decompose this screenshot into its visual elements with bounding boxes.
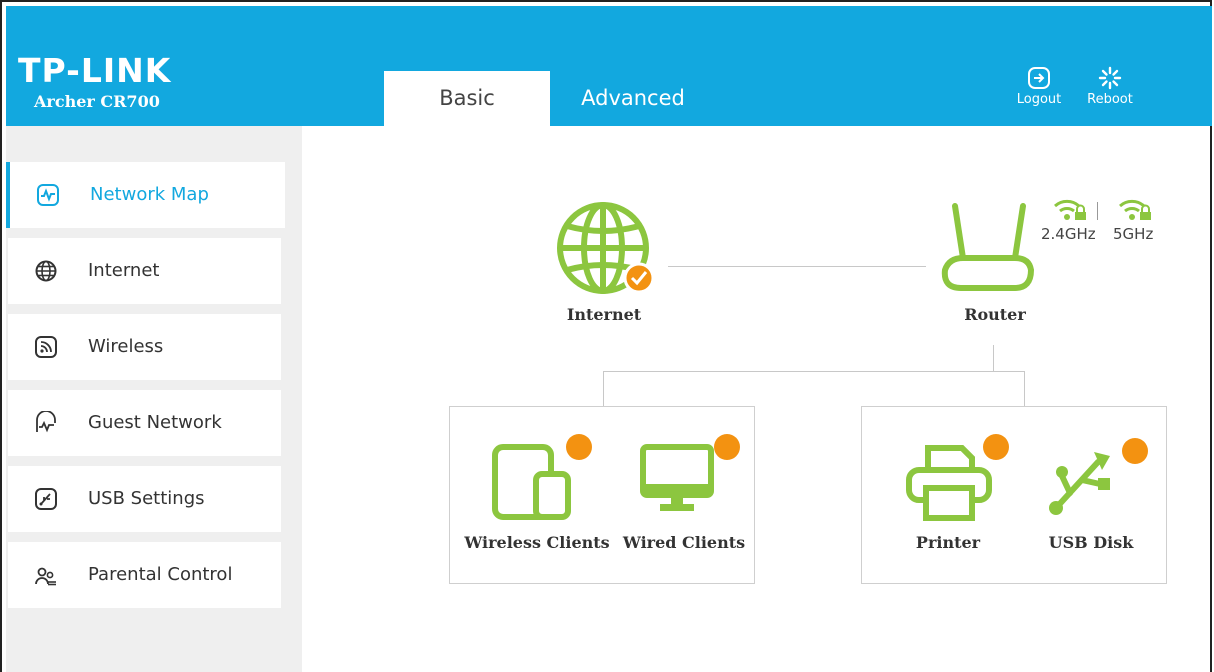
- router-label: Router: [964, 305, 1026, 324]
- globe-icon: [35, 260, 57, 282]
- internet-router-link: [668, 266, 926, 267]
- wifi-5ghz-icon: [1119, 199, 1151, 220]
- wired-clients-icon: [640, 444, 714, 511]
- printer-label: Printer: [915, 533, 981, 552]
- sidebar-item-label: Internet: [88, 260, 160, 281]
- printer-badge: [983, 434, 1009, 460]
- sidebar: Network Map Internet Wireless Guest Netw…: [6, 126, 302, 672]
- router-icon: [941, 203, 1035, 291]
- sidebar-item-internet[interactable]: Internet: [8, 238, 281, 304]
- sidebar-item-label: Parental Control: [88, 564, 233, 585]
- branch-link: [603, 371, 1025, 372]
- parental-control-icon: [35, 567, 56, 586]
- network-map-icon: [37, 184, 59, 206]
- sidebar-item-parental-control[interactable]: Parental Control: [8, 542, 281, 608]
- sidebar-item-label: USB Settings: [88, 488, 205, 509]
- wired-clients-badge: [714, 434, 740, 460]
- usb-disk-badge: [1122, 438, 1148, 464]
- tab-basic[interactable]: Basic: [384, 71, 550, 126]
- reboot-icon: [1098, 66, 1122, 90]
- sidebar-item-wireless[interactable]: Wireless: [8, 314, 281, 380]
- wireless-clients-badge: [566, 434, 592, 460]
- internet-globe-icon: [557, 202, 655, 294]
- sidebar-item-usb-settings[interactable]: USB Settings: [8, 466, 281, 532]
- sidebar-item-label: Guest Network: [88, 412, 222, 433]
- usb-icon: [35, 488, 57, 510]
- brand: TP-LINK Archer CR700: [18, 51, 172, 112]
- wireless-clients-label: Wireless Clients: [464, 533, 610, 552]
- logout-button[interactable]: Logout: [1009, 66, 1069, 107]
- router-down-link: [993, 345, 994, 371]
- wireless-icon: [35, 336, 57, 358]
- guest-network-icon: [36, 411, 56, 433]
- sidebar-item-network-map[interactable]: Network Map: [6, 162, 285, 228]
- wired-clients-label: Wired Clients: [622, 533, 746, 552]
- band-24ghz-label: 2.4GHz: [1041, 225, 1096, 243]
- internet-label: Internet: [566, 305, 642, 324]
- left-branch-link: [603, 371, 604, 406]
- header-bar: TP-LINK Archer CR700 Basic Advanced Logo…: [6, 6, 1212, 126]
- logout-label: Logout: [1016, 92, 1062, 107]
- sidebar-item-label: Wireless: [88, 336, 164, 357]
- sidebar-item-label: Network Map: [90, 184, 209, 205]
- wireless-clients-icon: [492, 444, 571, 520]
- band-divider: [1097, 202, 1098, 220]
- band-5ghz-label: 5GHz: [1113, 225, 1154, 243]
- tab-advanced[interactable]: Advanced: [550, 71, 716, 126]
- brand-logo: TP-LINK: [18, 51, 172, 90]
- reboot-button[interactable]: Reboot: [1080, 66, 1140, 107]
- usb-disk-label: USB Disk: [1048, 533, 1134, 552]
- sidebar-item-guest-network[interactable]: Guest Network: [8, 390, 281, 456]
- logout-icon: [1028, 67, 1050, 89]
- right-branch-link: [1024, 371, 1025, 406]
- usb-disk-icon: [1049, 452, 1110, 515]
- model-name: Archer CR700: [34, 92, 160, 111]
- wifi-24ghz-icon: [1054, 199, 1086, 220]
- reboot-label: Reboot: [1087, 92, 1133, 107]
- printer-icon: [906, 445, 992, 521]
